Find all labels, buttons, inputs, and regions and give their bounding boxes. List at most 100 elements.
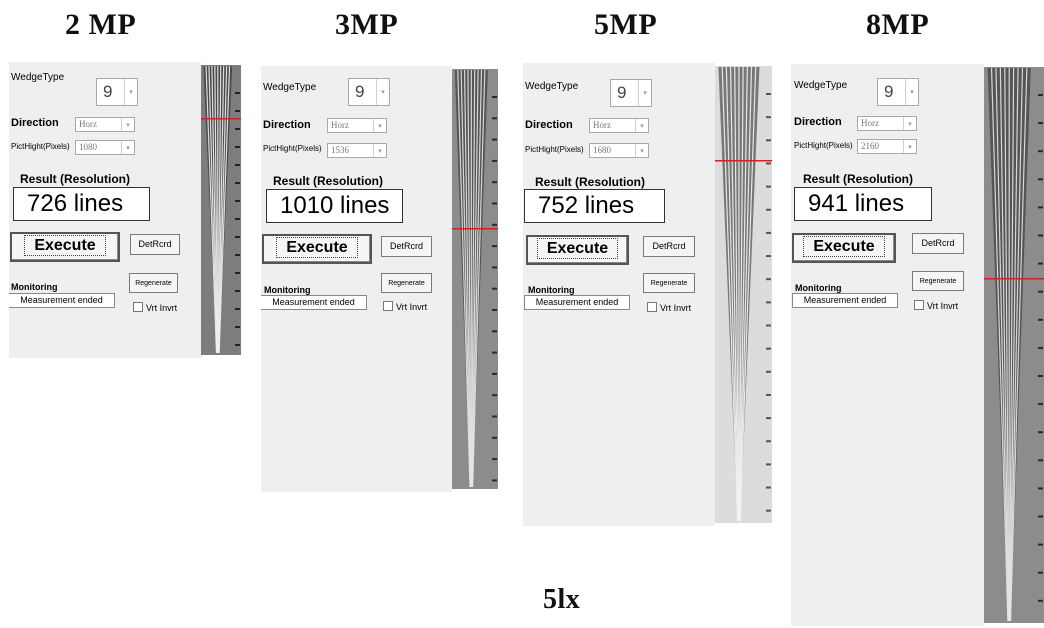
monitoring-status: Measurement ended: [9, 293, 115, 308]
result-value: 1010 lines: [266, 189, 403, 223]
chevron-down-icon: ▾: [638, 80, 651, 106]
measurement-panel-5mp: WedgeType 9 ▾ Direction Horz ▾ PictHight…: [523, 63, 772, 526]
chevron-down-icon: ▾: [373, 144, 386, 157]
chevron-down-icon: ▾: [905, 79, 918, 105]
measurement-panel-8mp: WedgeType 9 ▾ Direction Horz ▾ PictHight…: [791, 64, 1044, 626]
result-value: 726 lines: [13, 187, 150, 221]
vrt-invrt-label: Vrt Invrt: [396, 302, 428, 312]
wedge-graphic: [984, 64, 1044, 626]
control-area: WedgeType 9 ▾ Direction Horz ▾ PictHight…: [261, 66, 452, 492]
picthight-label: PictHight(Pixels): [794, 141, 853, 150]
execute-label: Execute: [536, 238, 619, 259]
picthight-select[interactable]: 1080 ▾: [75, 140, 135, 155]
chevron-down-icon: ▾: [635, 144, 648, 157]
panel-title-3mp: 3MP: [335, 8, 399, 41]
chevron-down-icon: ▾: [121, 141, 134, 154]
execute-button[interactable]: Execute: [526, 235, 629, 265]
wedge-graphic: [201, 62, 241, 358]
result-label: Result (Resolution): [535, 175, 645, 189]
picthight-select[interactable]: 1536 ▾: [327, 143, 387, 158]
vrt-invrt-label: Vrt Invrt: [146, 303, 178, 313]
vrt-invrt-checkbox[interactable]: Vrt Invrt: [647, 302, 691, 313]
control-area: WedgeType 9 ▾ Direction Horz ▾ PictHight…: [9, 62, 201, 358]
detrcrd-button[interactable]: DetRcrd: [643, 236, 695, 257]
chevron-down-icon: ▾: [124, 79, 137, 105]
wedge-image: [984, 64, 1044, 626]
chevron-down-icon: ▾: [635, 119, 648, 132]
checkbox-box[interactable]: [383, 301, 393, 311]
result-label: Result (Resolution): [273, 174, 383, 188]
wedgetype-select[interactable]: 9 ▾: [610, 79, 652, 107]
wedgetype-value: 9: [617, 83, 627, 102]
picthight-value: 1536: [331, 145, 349, 155]
picthight-value: 1080: [79, 142, 97, 152]
wedgetype-select[interactable]: 9 ▾: [96, 78, 138, 106]
execute-label: Execute: [803, 236, 885, 257]
execute-label: Execute: [276, 237, 358, 258]
execute-button[interactable]: Execute: [262, 234, 372, 264]
wedgetype-value: 9: [355, 82, 365, 101]
monitoring-label: Monitoring: [528, 285, 575, 295]
wedgetype-select[interactable]: 9 ▾: [877, 78, 919, 106]
execute-label: Execute: [24, 235, 106, 256]
vrt-invrt-checkbox[interactable]: Vrt Invrt: [383, 301, 427, 312]
regenerate-button[interactable]: Regenerate: [381, 273, 432, 293]
direction-select[interactable]: Horz ▾: [327, 118, 387, 133]
picthight-select[interactable]: 2160 ▾: [857, 139, 917, 154]
execute-button[interactable]: Execute: [10, 232, 120, 262]
result-label: Result (Resolution): [20, 172, 130, 186]
wedgetype-select[interactable]: 9 ▾: [348, 78, 390, 106]
control-area: WedgeType 9 ▾ Direction Horz ▾ PictHight…: [791, 64, 984, 626]
checkbox-box[interactable]: [914, 300, 924, 310]
vrt-invrt-checkbox[interactable]: Vrt Invrt: [133, 302, 177, 313]
chevron-down-icon: ▾: [373, 119, 386, 132]
picthight-select[interactable]: 1680 ▾: [589, 143, 649, 158]
wedge-image: [201, 62, 241, 358]
checkbox-box[interactable]: [647, 302, 657, 312]
direction-value: Horz: [331, 120, 349, 130]
wedgetype-label: WedgeType: [525, 81, 579, 92]
vrt-invrt-label: Vrt Invrt: [660, 303, 692, 313]
detrcrd-button[interactable]: DetRcrd: [130, 234, 180, 255]
checkbox-box[interactable]: [133, 302, 143, 312]
direction-select[interactable]: Horz ▾: [75, 117, 135, 132]
wedge-image: [715, 63, 772, 526]
monitoring-status: Measurement ended: [792, 293, 898, 308]
control-area: WedgeType 9 ▾ Direction Horz ▾ PictHight…: [523, 63, 715, 526]
result-label: Result (Resolution): [803, 172, 913, 186]
wedgetype-label: WedgeType: [263, 82, 317, 93]
regenerate-button[interactable]: Regenerate: [643, 273, 695, 293]
chevron-down-icon: ▾: [121, 118, 134, 131]
panel-title-5mp: 5MP: [594, 8, 658, 41]
panel-title-2mp: 2 MP: [65, 8, 137, 41]
picthight-value: 2160: [861, 141, 879, 151]
picthight-label: PictHight(Pixels): [263, 144, 322, 153]
vrt-invrt-checkbox[interactable]: Vrt Invrt: [914, 300, 958, 311]
wedgetype-value: 9: [103, 82, 113, 101]
regenerate-button[interactable]: Regenerate: [912, 271, 964, 291]
direction-select[interactable]: Horz ▾: [857, 116, 917, 131]
direction-label: Direction: [263, 119, 311, 131]
wedgetype-value: 9: [884, 82, 894, 101]
result-value: 752 lines: [524, 189, 665, 223]
wedge-image: [452, 66, 498, 492]
monitoring-status: Measurement ended: [261, 295, 367, 310]
illuminance-label: 5lx: [543, 584, 581, 615]
detrcrd-button[interactable]: DetRcrd: [912, 233, 964, 254]
monitoring-label: Monitoring: [11, 282, 58, 292]
execute-button[interactable]: Execute: [792, 233, 896, 263]
monitoring-label: Monitoring: [264, 285, 311, 295]
wedgetype-label: WedgeType: [11, 72, 65, 83]
direction-select[interactable]: Horz ▾: [589, 118, 649, 133]
direction-value: Horz: [593, 120, 611, 130]
wedge-graphic: [452, 66, 498, 492]
picthight-value: 1680: [593, 145, 611, 155]
picthight-label: PictHight(Pixels): [525, 145, 584, 154]
vrt-invrt-label: Vrt Invrt: [927, 301, 959, 311]
direction-label: Direction: [794, 116, 842, 128]
detrcrd-button[interactable]: DetRcrd: [381, 236, 432, 257]
result-value: 941 lines: [794, 187, 932, 221]
wedge-graphic: [715, 63, 772, 526]
monitoring-status: Measurement ended: [524, 295, 630, 310]
regenerate-button[interactable]: Regenerate: [129, 273, 178, 293]
